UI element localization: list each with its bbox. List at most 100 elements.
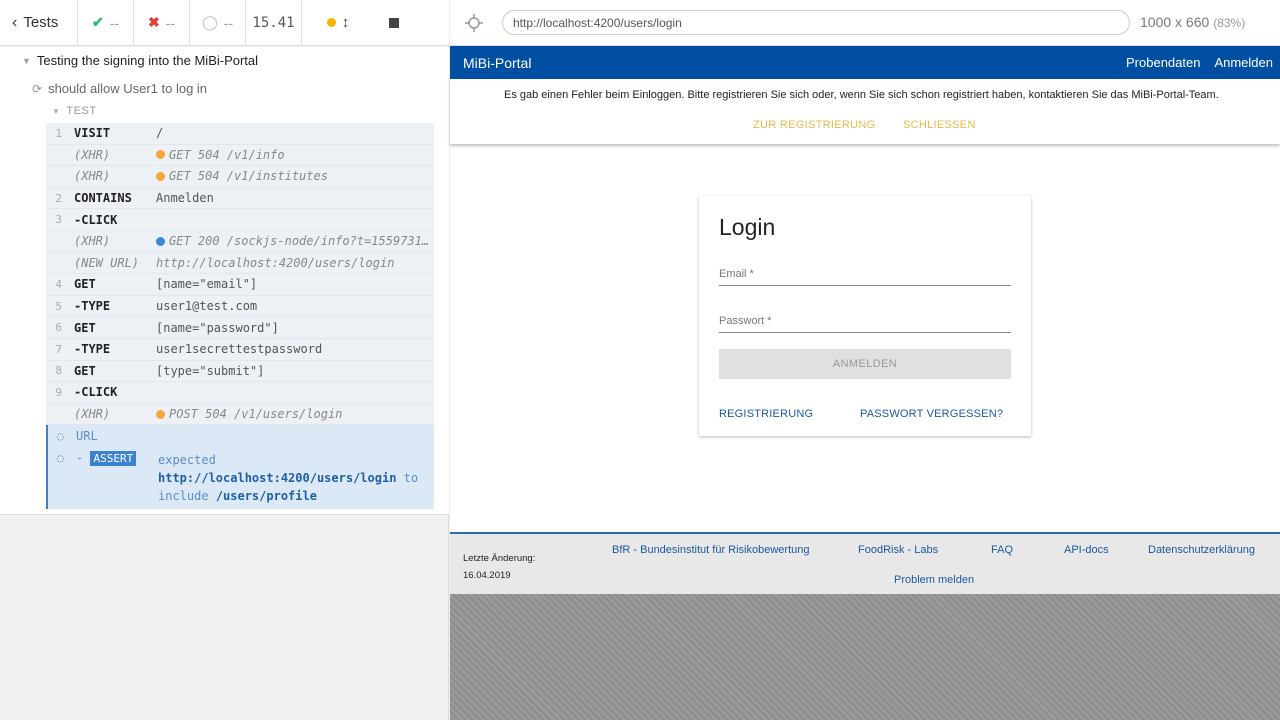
command-name: -TYPE [74, 299, 111, 314]
command-message-text: / [156, 126, 164, 141]
command-message: GET 504 /v1/info [156, 148, 434, 162]
command-message-text: GET 200 /sockjs-node/info?t=1559731… [169, 234, 430, 249]
command-row[interactable]: 2 CONTAINS Anmelden [46, 187, 434, 210]
command-name: VISIT [74, 126, 111, 141]
command-number: 4 [55, 277, 62, 291]
command-row[interactable]: 5 -TYPE user1@test.com [46, 295, 434, 318]
login-submit-button[interactable]: ANMELDEN [719, 349, 1011, 379]
command-row[interactable]: 8 GET [type="submit"] [46, 360, 434, 383]
main-nav: Probendaten Anmelden [1126, 55, 1273, 70]
app-footer: Letzte Änderung: 16.04.2019 BfR - Bundes… [450, 532, 1280, 594]
command-row[interactable]: 3 -CLICK [46, 209, 434, 231]
url-bar-area: http://localhost:4200/users/login 1000 x… [450, 0, 1280, 46]
browser-preview: http://localhost:4200/users/login 1000 x… [450, 0, 1280, 720]
command-number: 5 [55, 299, 62, 313]
stop-button[interactable] [374, 0, 414, 46]
command-number: 6 [55, 321, 62, 335]
last-change: Letzte Änderung: 16.04.2019 [463, 550, 535, 584]
command-message: [name="email"] [156, 277, 434, 291]
command-message-text: user1secrettestpassword [156, 342, 323, 357]
footer-link-faq[interactable]: FAQ [991, 544, 1013, 556]
command-row[interactable]: (XHR) GET 200 /sockjs-node/info?t=1559731… [46, 230, 434, 253]
footer-link-privacy[interactable]: Datenschutzerklärung [1148, 544, 1255, 556]
email-field[interactable]: Email * [719, 268, 1011, 286]
footer-link-bfr[interactable]: BfR - Bundesinstitut für Risikobewertung [612, 544, 809, 556]
failed-value: -- [165, 14, 176, 31]
command-message-text: [name="password"] [156, 320, 279, 335]
to-register-button[interactable]: ZUR REGISTRIERUNG [753, 119, 875, 131]
scroll-toggle-icon: ↕ [341, 14, 350, 31]
viewport-scale: (83%) [1213, 16, 1246, 30]
password-field[interactable]: Passwort * [719, 315, 1011, 333]
passed-value: -- [109, 14, 120, 31]
brand-title[interactable]: MiBi-Portal [463, 55, 531, 71]
status-dot-icon [156, 171, 165, 181]
command-number: 2 [55, 191, 62, 205]
passed-count: ✔ -- [78, 0, 134, 46]
command-number: 1 [55, 126, 62, 140]
url-field[interactable]: http://localhost:4200/users/login [502, 10, 1130, 35]
register-link[interactable]: REGISTRIERUNG [719, 408, 813, 420]
command-name: GET [74, 277, 96, 292]
command-name: -TYPE [74, 342, 111, 357]
footer-link-api-docs[interactable]: API-docs [1064, 544, 1109, 556]
footer-link-report-problem[interactable]: Problem melden [894, 574, 974, 586]
selector-playground-icon[interactable] [464, 13, 484, 33]
command-message-text: GET 504 /v1/info [169, 147, 285, 162]
assert-target: /users/profile [215, 489, 317, 504]
app-toolbar: MiBi-Portal Probendaten Anmelden [450, 46, 1280, 79]
forgot-password-link[interactable]: PASSWORT VERGESSEN? [860, 408, 1003, 420]
command-row[interactable]: (XHR) GET 504 /v1/institutes [46, 166, 434, 188]
footer-link-foodrisk[interactable]: FoodRisk - Labs [858, 544, 938, 556]
nav-anmelden[interactable]: Anmelden [1214, 55, 1273, 70]
command-number: 7 [55, 342, 62, 356]
command-list: 1 VISIT / (XHR) GET 504 /v1/info (XHR) GET 504… [46, 123, 434, 510]
command-name: (NEW URL) [74, 255, 140, 270]
spinner-icon: ⟳ [32, 81, 43, 96]
assert-name: - ASSERT [68, 451, 158, 467]
stop-icon [389, 17, 399, 28]
test-section-header[interactable]: ▼ TEST [52, 105, 97, 117]
running-indicator[interactable]: ↕ [302, 0, 374, 46]
assert-command[interactable]: ◌ URL ◌ - ASSERT expected http://localho… [46, 425, 434, 510]
command-message-text: GET 504 /v1/institutes [169, 169, 328, 184]
command-message-text: [type="submit"] [156, 363, 265, 378]
login-title: Login [719, 214, 776, 240]
command-message: Anmelden [156, 191, 434, 205]
suite-title-text: Testing the signing into the MiBi-Portal [36, 53, 259, 68]
command-name: (XHR) [74, 234, 111, 249]
command-message: / [156, 126, 434, 140]
command-message-text: Anmelden [156, 191, 214, 206]
suite-title[interactable]: ▼ Testing the signing into the MiBi-Port… [22, 53, 258, 68]
assert-include: include [158, 489, 209, 504]
status-dot-icon [156, 236, 165, 246]
caret-down-icon: ▼ [22, 55, 31, 66]
command-row[interactable]: (XHR) POST 504 /v1/users/login [46, 403, 434, 426]
command-message-text: [name="email"] [156, 277, 258, 292]
status-dot-icon [156, 150, 165, 160]
login-card: Login Email * Passwort * ANMELDEN REGIST… [699, 196, 1031, 436]
runner-header: ‹ Tests ✔ -- ✖ -- ◯ -- 15.41 ↕ [0, 0, 449, 46]
viewport-size-value: 1000 x 660 [1140, 14, 1210, 30]
command-row[interactable]: 4 GET [name="email"] [46, 274, 434, 296]
command-row[interactable]: 7 -TYPE user1secrettestpassword [46, 338, 434, 361]
tests-button[interactable]: ‹ Tests [0, 0, 78, 46]
command-message: GET 504 /v1/institutes [156, 169, 434, 183]
command-row[interactable]: (XHR) GET 504 /v1/info [46, 144, 434, 167]
command-row[interactable]: 6 GET [name="password"] [46, 317, 434, 339]
duration: 15.41 [246, 0, 302, 46]
command-row[interactable]: (NEW URL) http://localhost:4200/users/log… [46, 252, 434, 275]
command-name: GET [74, 363, 96, 378]
close-button[interactable]: SCHLIESSEN [903, 119, 976, 131]
nav-probendaten[interactable]: Probendaten [1126, 55, 1200, 70]
command-row[interactable]: 1 VISIT / [46, 123, 434, 145]
test-title[interactable]: ⟳ should allow User1 to log in [32, 81, 207, 96]
command-row[interactable]: 9 -CLICK [46, 382, 434, 404]
failed-count: ✖ -- [134, 0, 190, 46]
pending-spinner-icon: ◌ [56, 451, 64, 466]
running-dot-icon [326, 18, 336, 27]
assert-to: to [403, 471, 419, 486]
caret-down-icon: ▼ [52, 106, 61, 116]
last-change-date: 16.04.2019 [463, 570, 511, 581]
assert-actual: http://localhost:4200/users/login [158, 471, 397, 486]
